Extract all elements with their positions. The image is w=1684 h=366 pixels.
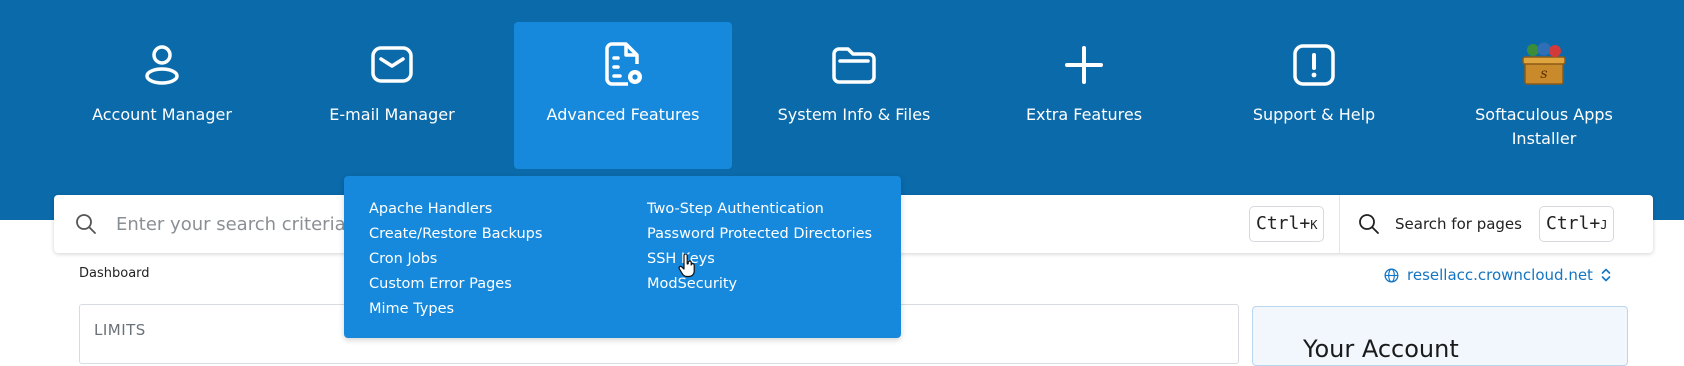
menu-item-create-restore-backups[interactable]: Create/Restore Backups	[369, 222, 542, 247]
shortcut-key: J	[1600, 218, 1608, 232]
folder-icon	[832, 47, 876, 84]
document-gear-icon	[605, 42, 642, 86]
account-panel: Your Account	[1252, 306, 1628, 366]
domain-switcher[interactable]: resellacc.crowncloud.net	[1383, 266, 1612, 284]
plus-icon	[1065, 46, 1103, 84]
chevron-up-down-icon	[1601, 268, 1611, 282]
pages-shortcut-badge: Ctrl+J	[1539, 206, 1615, 242]
nav-label: Advanced Features	[546, 105, 700, 124]
search-shortcut-badge: Ctrl+K	[1249, 206, 1325, 242]
exclamation-icon	[1293, 44, 1335, 86]
advanced-features-menu: Apache Handlers Create/Restore Backups C…	[344, 176, 901, 338]
user-icon	[145, 45, 179, 85]
menu-column-2: Two-Step Authentication Password Protect…	[647, 197, 872, 297]
search-icon	[76, 214, 96, 234]
shortcut-key: K	[1310, 218, 1318, 232]
nav-label: Softaculous Apps Installer	[1475, 105, 1613, 148]
nav-advanced-features[interactable]: Advanced Features	[514, 22, 732, 169]
globe-icon	[1384, 267, 1399, 283]
shortcut-text: Ctrl+	[1546, 213, 1601, 234]
breadcrumb[interactable]: Dashboard	[79, 266, 150, 281]
nav-label: Support & Help	[1252, 105, 1376, 124]
menu-item-two-step-authentication[interactable]: Two-Step Authentication	[647, 197, 872, 222]
envelope-icon	[371, 46, 413, 83]
menu-column-1: Apache Handlers Create/Restore Backups C…	[369, 197, 542, 322]
menu-item-cron-jobs[interactable]: Cron Jobs	[369, 247, 542, 272]
account-title: Your Account	[1303, 335, 1459, 363]
nav-account-manager[interactable]: Account Manager	[53, 22, 271, 169]
nav-support-help[interactable]: Support & Help	[1205, 22, 1423, 169]
nav-label: Extra Features	[1025, 105, 1143, 124]
menu-item-apache-handlers[interactable]: Apache Handlers	[369, 197, 542, 222]
nav-label: Account Manager	[92, 105, 232, 124]
nav-email-manager[interactable]: E-mail Manager	[283, 22, 501, 169]
nav-label: E-mail Manager	[329, 105, 455, 124]
svg-text:s: s	[1540, 66, 1547, 82]
search-pages-button[interactable]: Search for pages	[1395, 212, 1522, 236]
nav-extra-features[interactable]: Extra Features	[975, 22, 1193, 169]
nav-softaculous[interactable]: s Softaculous Apps Installer	[1435, 22, 1653, 169]
menu-item-password-protected-directories[interactable]: Password Protected Directories	[647, 222, 872, 247]
menu-item-custom-error-pages[interactable]: Custom Error Pages	[369, 272, 542, 297]
limits-title: LIMITS	[94, 321, 146, 339]
search-divider	[1339, 195, 1340, 253]
softaculous-icon: s	[1522, 42, 1566, 85]
menu-item-mime-types[interactable]: Mime Types	[369, 297, 542, 322]
search-pages-icon[interactable]	[1357, 212, 1381, 236]
nav-system-info-files[interactable]: System Info & Files	[745, 22, 963, 169]
domain-name: resellacc.crowncloud.net	[1407, 266, 1593, 284]
shortcut-text: Ctrl+	[1256, 213, 1311, 234]
hand-cursor-icon	[678, 254, 695, 278]
nav-label: System Info & Files	[777, 105, 931, 124]
